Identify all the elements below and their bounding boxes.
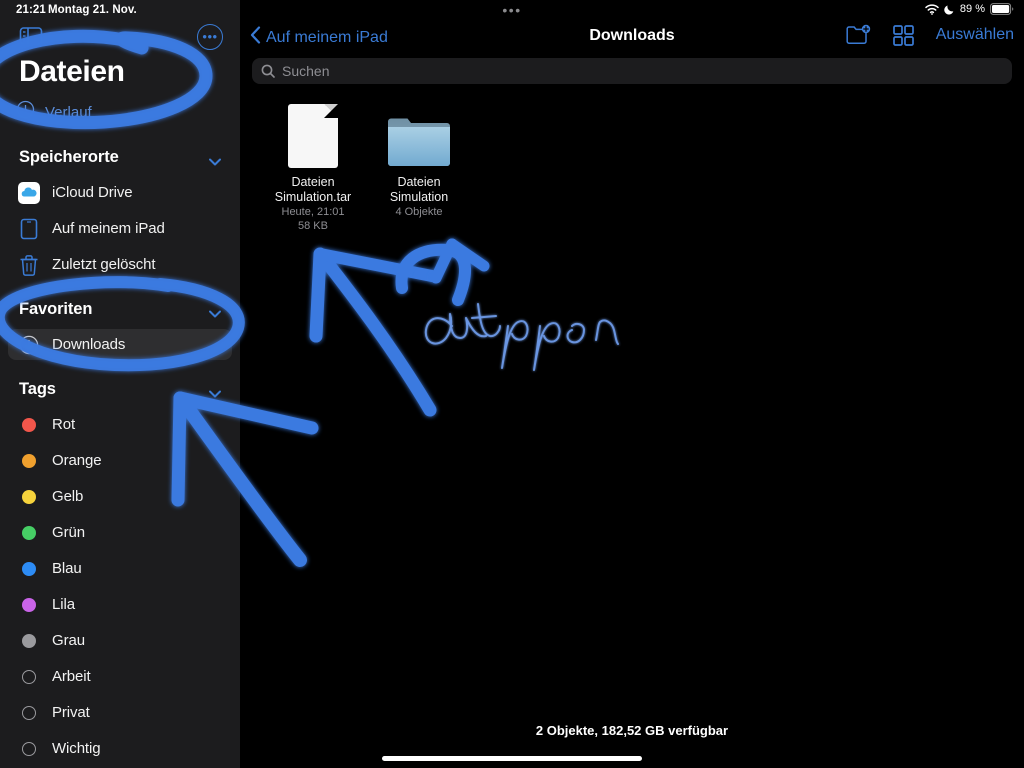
sidebar-item-icloud-drive[interactable]: iCloud Drive bbox=[8, 177, 232, 208]
back-button[interactable]: Auf meinem iPad bbox=[250, 26, 388, 49]
icloud-icon bbox=[16, 181, 42, 204]
battery-icon bbox=[990, 3, 1014, 15]
more-ellipsis-icon[interactable]: ••• bbox=[197, 24, 223, 50]
tag-dot-icon bbox=[16, 705, 42, 720]
sidebar-item-label: Gelb bbox=[52, 488, 84, 505]
sidebar-section-favoriten: Favoriten bbox=[0, 300, 240, 326]
sidebar-tag-gruen[interactable]: Grün bbox=[8, 517, 232, 548]
chevron-down-icon[interactable] bbox=[209, 305, 221, 318]
download-circle-icon bbox=[16, 335, 42, 355]
tag-dot-icon bbox=[16, 597, 42, 612]
search-placeholder: Suchen bbox=[282, 63, 330, 79]
chevron-down-icon[interactable] bbox=[209, 385, 221, 398]
sidebar-item-label: Wichtig bbox=[52, 740, 101, 757]
sidebar-tag-grau[interactable]: Grau bbox=[8, 625, 232, 656]
camera-dots: ••• bbox=[502, 2, 522, 18]
sidebar: ••• Dateien Verlauf Speicherorte iCloud … bbox=[0, 0, 240, 768]
sidebar-item-zuletzt-geloescht[interactable]: Zuletzt gelöscht bbox=[8, 249, 232, 280]
file-name: Dateien Simulation.tar bbox=[274, 175, 352, 204]
file-item-tar[interactable]: Dateien Simulation.tar Heute, 21:01 58 K… bbox=[260, 100, 366, 233]
sidebar-section-tags: Tags bbox=[0, 380, 240, 406]
sidebar-tag-blau[interactable]: Blau bbox=[8, 553, 232, 584]
document-icon bbox=[288, 100, 338, 168]
home-indicator[interactable] bbox=[382, 756, 642, 761]
sidebar-item-label: Downloads bbox=[52, 336, 126, 353]
ipad-files-app-screen: ••• Dateien Verlauf Speicherorte iCloud … bbox=[0, 0, 1024, 768]
search-input[interactable]: Suchen bbox=[252, 58, 1012, 84]
more-dots: ••• bbox=[202, 29, 218, 44]
sidebar-tag-arbeit[interactable]: Arbeit bbox=[8, 661, 232, 692]
sidebar-tag-orange[interactable]: Orange bbox=[8, 445, 232, 476]
clock-icon bbox=[16, 100, 35, 124]
sidebar-item-label: Zuletzt gelöscht bbox=[52, 256, 156, 273]
sidebar-item-label: Grau bbox=[52, 632, 85, 649]
tag-dot-icon bbox=[16, 453, 42, 468]
sidebar-item-label: Orange bbox=[52, 452, 102, 469]
sidebar-item-label: Privat bbox=[52, 704, 90, 721]
section-title: Tags bbox=[19, 380, 56, 398]
grid-view-icon[interactable] bbox=[892, 24, 914, 46]
folder-icon bbox=[387, 100, 451, 168]
sidebar-tag-wichtig[interactable]: Wichtig bbox=[8, 733, 232, 764]
tag-dot-icon bbox=[16, 417, 42, 432]
main-content: Auf meinem iPad Downloads Auswählen Such… bbox=[240, 0, 1024, 768]
back-button-label: Auf meinem iPad bbox=[266, 28, 388, 46]
search-icon bbox=[261, 64, 275, 78]
sidebar-item-label: Verlauf bbox=[45, 103, 92, 121]
sidebar-item-verlauf[interactable]: Verlauf bbox=[16, 100, 92, 124]
chevron-down-icon[interactable] bbox=[209, 153, 221, 166]
file-grid: Dateien Simulation.tar Heute, 21:01 58 K… bbox=[260, 100, 472, 233]
navbar-title: Downloads bbox=[589, 27, 675, 44]
select-button[interactable]: Auswählen bbox=[936, 26, 1014, 44]
folder-name: Dateien Simulation bbox=[389, 175, 449, 204]
sidebar-item-label: Lila bbox=[52, 596, 75, 613]
chevron-left-icon bbox=[250, 26, 261, 49]
folder-item-dateien-simulation[interactable]: Dateien Simulation 4 Objekte bbox=[366, 100, 472, 233]
moon-icon bbox=[944, 4, 955, 15]
ipad-icon bbox=[16, 218, 42, 240]
sidebar-item-label: Rot bbox=[52, 416, 76, 433]
sidebar-item-label: Grün bbox=[52, 524, 85, 541]
sidebar-tag-lila[interactable]: Lila bbox=[8, 589, 232, 620]
trash-icon bbox=[16, 254, 42, 276]
section-title: Favoriten bbox=[19, 300, 93, 318]
sidebar-item-label: Arbeit bbox=[52, 668, 91, 685]
wifi-icon bbox=[925, 3, 939, 15]
sidebar-toggle-icon[interactable] bbox=[19, 26, 43, 46]
footer-status-text: 2 Objekte, 182,52 GB verfügbar bbox=[535, 723, 729, 738]
file-meta-date: Heute, 21:01 bbox=[281, 206, 345, 218]
tag-dot-icon bbox=[16, 741, 42, 756]
sidebar-item-downloads[interactable]: Downloads bbox=[8, 329, 232, 360]
battery-percent: 89 % bbox=[959, 3, 985, 15]
sidebar-item-auf-meinem-ipad[interactable]: Auf meinem iPad bbox=[8, 213, 232, 244]
sidebar-section-speicherorte: Speicherorte bbox=[0, 148, 240, 174]
tag-dot-icon bbox=[16, 633, 42, 648]
status-right-cluster: 89 % bbox=[925, 3, 1014, 15]
navbar-actions: Auswählen bbox=[846, 24, 1014, 46]
sidebar-item-label: Blau bbox=[52, 560, 82, 577]
page-title: Dateien bbox=[19, 55, 125, 88]
tag-dot-icon bbox=[16, 561, 42, 576]
file-meta-size: 58 KB bbox=[298, 220, 328, 232]
tag-dot-icon bbox=[16, 669, 42, 684]
status-time: 21:21 bbox=[16, 4, 46, 16]
sidebar-item-label: iCloud Drive bbox=[52, 184, 133, 201]
status-date: Montag 21. Nov. bbox=[48, 4, 137, 16]
navigation-bar: Auf meinem iPad Downloads Auswählen bbox=[240, 22, 1024, 56]
sidebar-tag-privat[interactable]: Privat bbox=[8, 697, 232, 728]
sidebar-tag-gelb[interactable]: Gelb bbox=[8, 481, 232, 512]
tag-dot-icon bbox=[16, 489, 42, 504]
new-folder-icon[interactable] bbox=[846, 24, 871, 46]
sidebar-tag-rot[interactable]: Rot bbox=[8, 409, 232, 440]
status-bar: 21:21 Montag 21. Nov. ••• 89 % bbox=[0, 0, 1024, 22]
folder-meta-count: 4 Objekte bbox=[395, 206, 443, 218]
sidebar-toolbar: ••• bbox=[0, 24, 240, 54]
sidebar-item-label: Auf meinem iPad bbox=[52, 220, 165, 237]
section-title: Speicherorte bbox=[19, 148, 119, 166]
tag-dot-icon bbox=[16, 525, 42, 540]
